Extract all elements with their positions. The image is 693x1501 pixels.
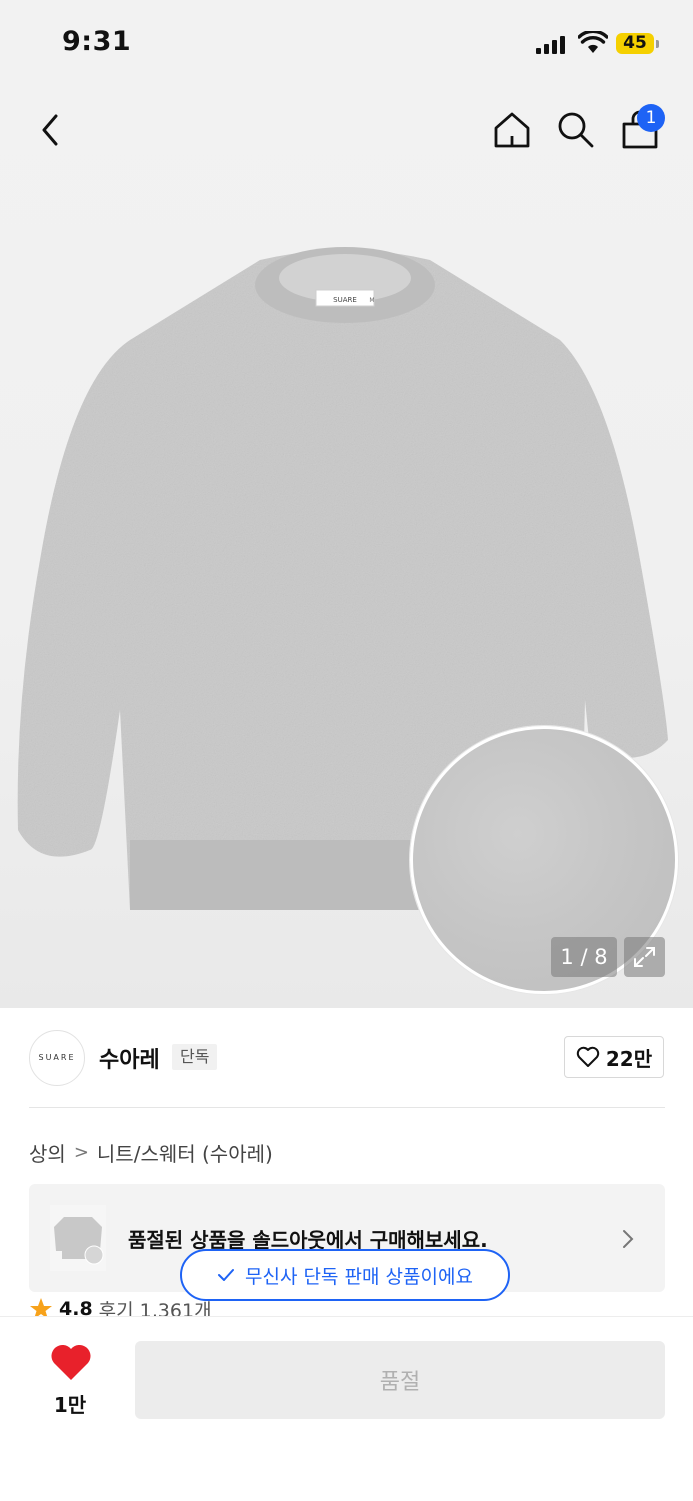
expand-icon[interactable]	[624, 937, 665, 977]
garment-label-size: M	[369, 297, 374, 304]
home-icon[interactable]	[492, 110, 532, 150]
heart-outline-icon	[576, 1046, 600, 1067]
garment-label-text: SUARE	[333, 296, 357, 304]
breadcrumb-subcategory[interactable]: 니트/스웨터 (수아레)	[97, 1138, 273, 1167]
cellular-signal-icon	[536, 36, 566, 54]
bottom-action-bar: 1만 품절	[0, 1316, 693, 1501]
back-icon[interactable]	[36, 112, 66, 148]
brand-name[interactable]: 수아레	[99, 1042, 160, 1074]
heart-filled-icon[interactable]	[48, 1343, 94, 1383]
wish-count: 1만	[53, 1393, 87, 1417]
brand-logo[interactable]: SUARE	[29, 1030, 85, 1086]
battery-indicator: 45	[616, 33, 659, 54]
brand-like-button[interactable]: 22만	[564, 1036, 664, 1078]
divider	[29, 1107, 665, 1108]
search-icon[interactable]	[556, 110, 596, 150]
exclusive-sale-text: 무신사 단독 판매 상품이에요	[245, 1265, 473, 1288]
chevron-right-icon	[623, 1230, 634, 1248]
brand-like-count: 22만	[605, 1046, 653, 1071]
product-image-gallery[interactable]: 9:31 45 1 SUARE M 1 / 8	[0, 0, 693, 1008]
breadcrumb: 상의 > 니트/스웨터 (수아레)	[29, 1138, 273, 1167]
cart-count-badge: 1	[637, 104, 665, 132]
exclusive-sale-pill: 무신사 단독 판매 상품이에요	[180, 1249, 510, 1301]
breadcrumb-separator: >	[73, 1142, 89, 1163]
soldout-button[interactable]: 품절	[135, 1341, 665, 1419]
status-time: 9:31	[62, 26, 132, 57]
banner-thumbnail	[50, 1205, 106, 1271]
exclusive-tag: 단독	[172, 1044, 218, 1070]
image-counter: 1 / 8	[551, 937, 617, 977]
wifi-icon	[578, 31, 608, 53]
brand-row: SUARE 수아레 단독 22만	[0, 1008, 693, 1108]
breadcrumb-category[interactable]: 상의	[29, 1138, 66, 1167]
checkmark-icon	[218, 1269, 235, 1281]
